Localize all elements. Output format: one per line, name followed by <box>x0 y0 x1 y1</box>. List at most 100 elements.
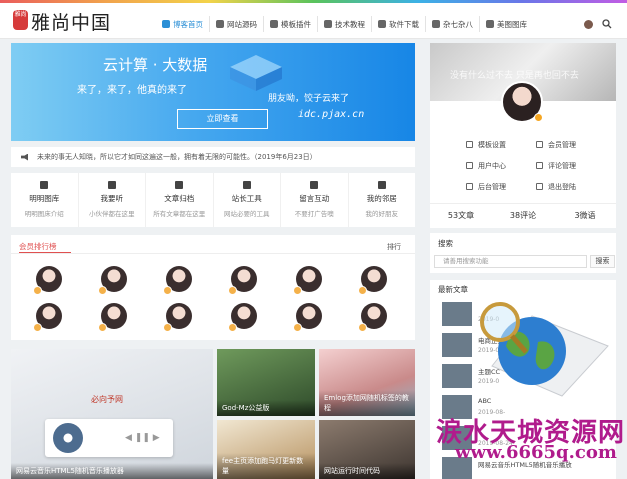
level-badge <box>293 286 302 295</box>
post-card[interactable]: God-Mz公益版 <box>217 349 315 416</box>
site-logo[interactable]: 雅尚中国 <box>31 8 111 35</box>
member-avatar[interactable] <box>358 303 387 332</box>
globe-magnifier-icon <box>480 302 609 397</box>
ranking-title: 会员排行榜 <box>19 242 57 251</box>
menu-user-center[interactable]: 用户中心 <box>466 161 536 171</box>
post-card-caption: 网站运行时间代码 <box>319 463 415 479</box>
download-icon <box>378 20 386 28</box>
promo-banner[interactable]: 云计算 · 大数据 来了，来了，他真的来了 立即查看 朋友呦，饺子云来了 idc… <box>11 43 415 141</box>
user-icon <box>466 162 473 169</box>
member-avatar[interactable] <box>228 303 257 332</box>
compass-icon <box>324 20 332 28</box>
profile-stats: 53文章 38评论 3微语 <box>430 203 616 228</box>
main-nav: 博客首页 网站源码 模板插件 技术教程 软件下载 杂七杂八 美图图库 <box>156 16 533 32</box>
album-disc-icon <box>53 423 83 453</box>
member-avatar[interactable] <box>163 303 192 332</box>
nav-tutorials[interactable]: 技术教程 <box>318 16 372 32</box>
level-badge <box>293 323 302 332</box>
link-icon <box>377 181 386 189</box>
nav-home[interactable]: 博客首页 <box>156 16 210 32</box>
stat-comments[interactable]: 38评论 <box>492 204 554 228</box>
level-badge <box>358 323 367 332</box>
menu-member-manage[interactable]: 会员管理 <box>536 140 606 150</box>
player-controls-icon[interactable]: ◀ ❚❚ ▶ <box>125 433 160 443</box>
sitemap-icon <box>466 183 473 190</box>
vip-badge-icon <box>534 113 543 122</box>
comment-icon <box>536 162 543 169</box>
banner-title: 云计算 · 大数据 <box>103 56 208 74</box>
feature-links: 明明图库 明明图床介绍 我要听 小伙伴都在这里 文章归档 所有文章都在这里 站长工具网… <box>11 173 415 227</box>
member-avatar[interactable] <box>293 303 322 332</box>
menu-admin[interactable]: 后台管理 <box>466 182 536 192</box>
nav-source[interactable]: 网站源码 <box>210 16 264 32</box>
banner-view-button[interactable]: 立即查看 <box>177 109 268 129</box>
search-icon[interactable] <box>602 19 612 29</box>
divider <box>11 253 415 254</box>
menu-template-settings[interactable]: 模板设置 <box>466 140 536 150</box>
menu-logout[interactable]: 退出登陆 <box>536 182 606 192</box>
logout-icon <box>536 183 543 190</box>
level-badge <box>33 286 42 295</box>
archive-icon <box>175 181 184 189</box>
level-badge <box>98 323 107 332</box>
feature-gallery[interactable]: 明明图库 明明图床介绍 <box>11 173 79 227</box>
announcement-text: 未来的事无人知晓，所以它才如同这遍这一般，拥有着无限的可能性。（2019年6月2… <box>37 153 317 161</box>
banner-url: idc.pjax.cn <box>298 109 365 120</box>
banner-subtitle: 来了，来了，他真的来了 <box>77 85 187 96</box>
home-icon <box>162 20 170 28</box>
member-avatar[interactable] <box>33 303 62 332</box>
users-icon <box>536 141 543 148</box>
megaphone-icon <box>21 153 28 161</box>
level-badge <box>228 286 237 295</box>
featured-posts: ◀ ❚❚ ▶ 必向予网 网易云音乐HTML5随机音乐播放器 God-Mz公益版 … <box>11 349 415 479</box>
message-icon <box>310 181 319 189</box>
profile-menu: 模板设置 会员管理 用户中心 评论管理 后台管理 退出登陆 <box>466 134 606 197</box>
stat-micro[interactable]: 3微语 <box>554 204 616 228</box>
post-card-caption: Emlog添加网随机标签的教程 <box>319 390 415 416</box>
search-button[interactable]: 搜索 <box>590 255 615 268</box>
ranking-more-link[interactable]: 排行 <box>387 242 401 252</box>
search-input[interactable]: 请善用搜索功能 <box>434 255 587 268</box>
post-card[interactable]: 网站运行时间代码 <box>319 420 415 479</box>
banner-tagline: 朋友呦，饺子云来了 <box>268 94 350 104</box>
post-card[interactable]: Emlog添加网随机标签的教程 <box>319 349 415 416</box>
member-avatar[interactable] <box>33 266 62 295</box>
member-avatar[interactable] <box>98 266 127 295</box>
member-avatar[interactable] <box>163 266 192 295</box>
nav-misc[interactable]: 杂七杂八 <box>426 16 480 32</box>
watermark-url: www.6665q.com <box>455 442 617 463</box>
announcement-bar: 未来的事无人知晓，所以它才如同这遍这一般，拥有着无限的可能性。（2019年6月2… <box>11 147 415 167</box>
site-header: 雅尚 雅尚中国 博客首页 网站源码 模板插件 技术教程 软件下载 杂七杂八 美图… <box>0 3 627 39</box>
feature-music[interactable]: 我要听 小伙伴都在这里 <box>79 173 146 227</box>
nav-gallery[interactable]: 美图图库 <box>480 16 533 32</box>
user-avatar[interactable] <box>584 20 593 29</box>
music-brand-text: 必向予网 <box>91 395 123 404</box>
member-avatar[interactable] <box>228 266 257 295</box>
feature-links-friends[interactable]: 我的邻居 我的好朋友 <box>349 173 416 227</box>
post-card-caption: God-Mz公益版 <box>217 400 315 416</box>
profile-card: 没有什么过不去 只是再也回不去 模板设置 会员管理 用户中心 评论管理 后台管理… <box>430 43 616 228</box>
level-badge <box>228 323 237 332</box>
level-badge <box>98 286 107 295</box>
menu-comment-manage[interactable]: 评论管理 <box>536 161 606 171</box>
member-avatar[interactable] <box>358 266 387 295</box>
member-avatar[interactable] <box>293 266 322 295</box>
music-player-widget: ◀ ❚❚ ▶ <box>45 419 173 457</box>
dots-icon <box>432 20 440 28</box>
feature-archive[interactable]: 文章归档 所有文章都在这里 <box>146 173 214 227</box>
cloud-cube-icon <box>230 55 282 91</box>
post-card[interactable]: ◀ ❚❚ ▶ 必向予网 网易云音乐HTML5随机音乐播放器 <box>11 349 213 479</box>
nav-templates[interactable]: 模板插件 <box>264 16 318 32</box>
feature-guestbook[interactable]: 留言互动 不要打广告噢 <box>281 173 349 227</box>
nav-software[interactable]: 软件下载 <box>372 16 426 32</box>
logo-seal[interactable]: 雅尚 <box>13 10 28 30</box>
image-icon <box>486 20 494 28</box>
post-card[interactable]: fee主页添加跑马灯更新数量 <box>217 420 315 479</box>
member-avatar[interactable] <box>98 303 127 332</box>
sidebar-search: 搜索 请善用搜索功能 搜索 <box>430 233 616 273</box>
latest-posts-title: 最新文章 <box>438 285 468 294</box>
stat-articles[interactable]: 53文章 <box>430 204 492 228</box>
tools-icon <box>242 181 251 189</box>
level-badge <box>33 323 42 332</box>
feature-tools[interactable]: 站长工具 网站必要的工具 <box>214 173 281 227</box>
